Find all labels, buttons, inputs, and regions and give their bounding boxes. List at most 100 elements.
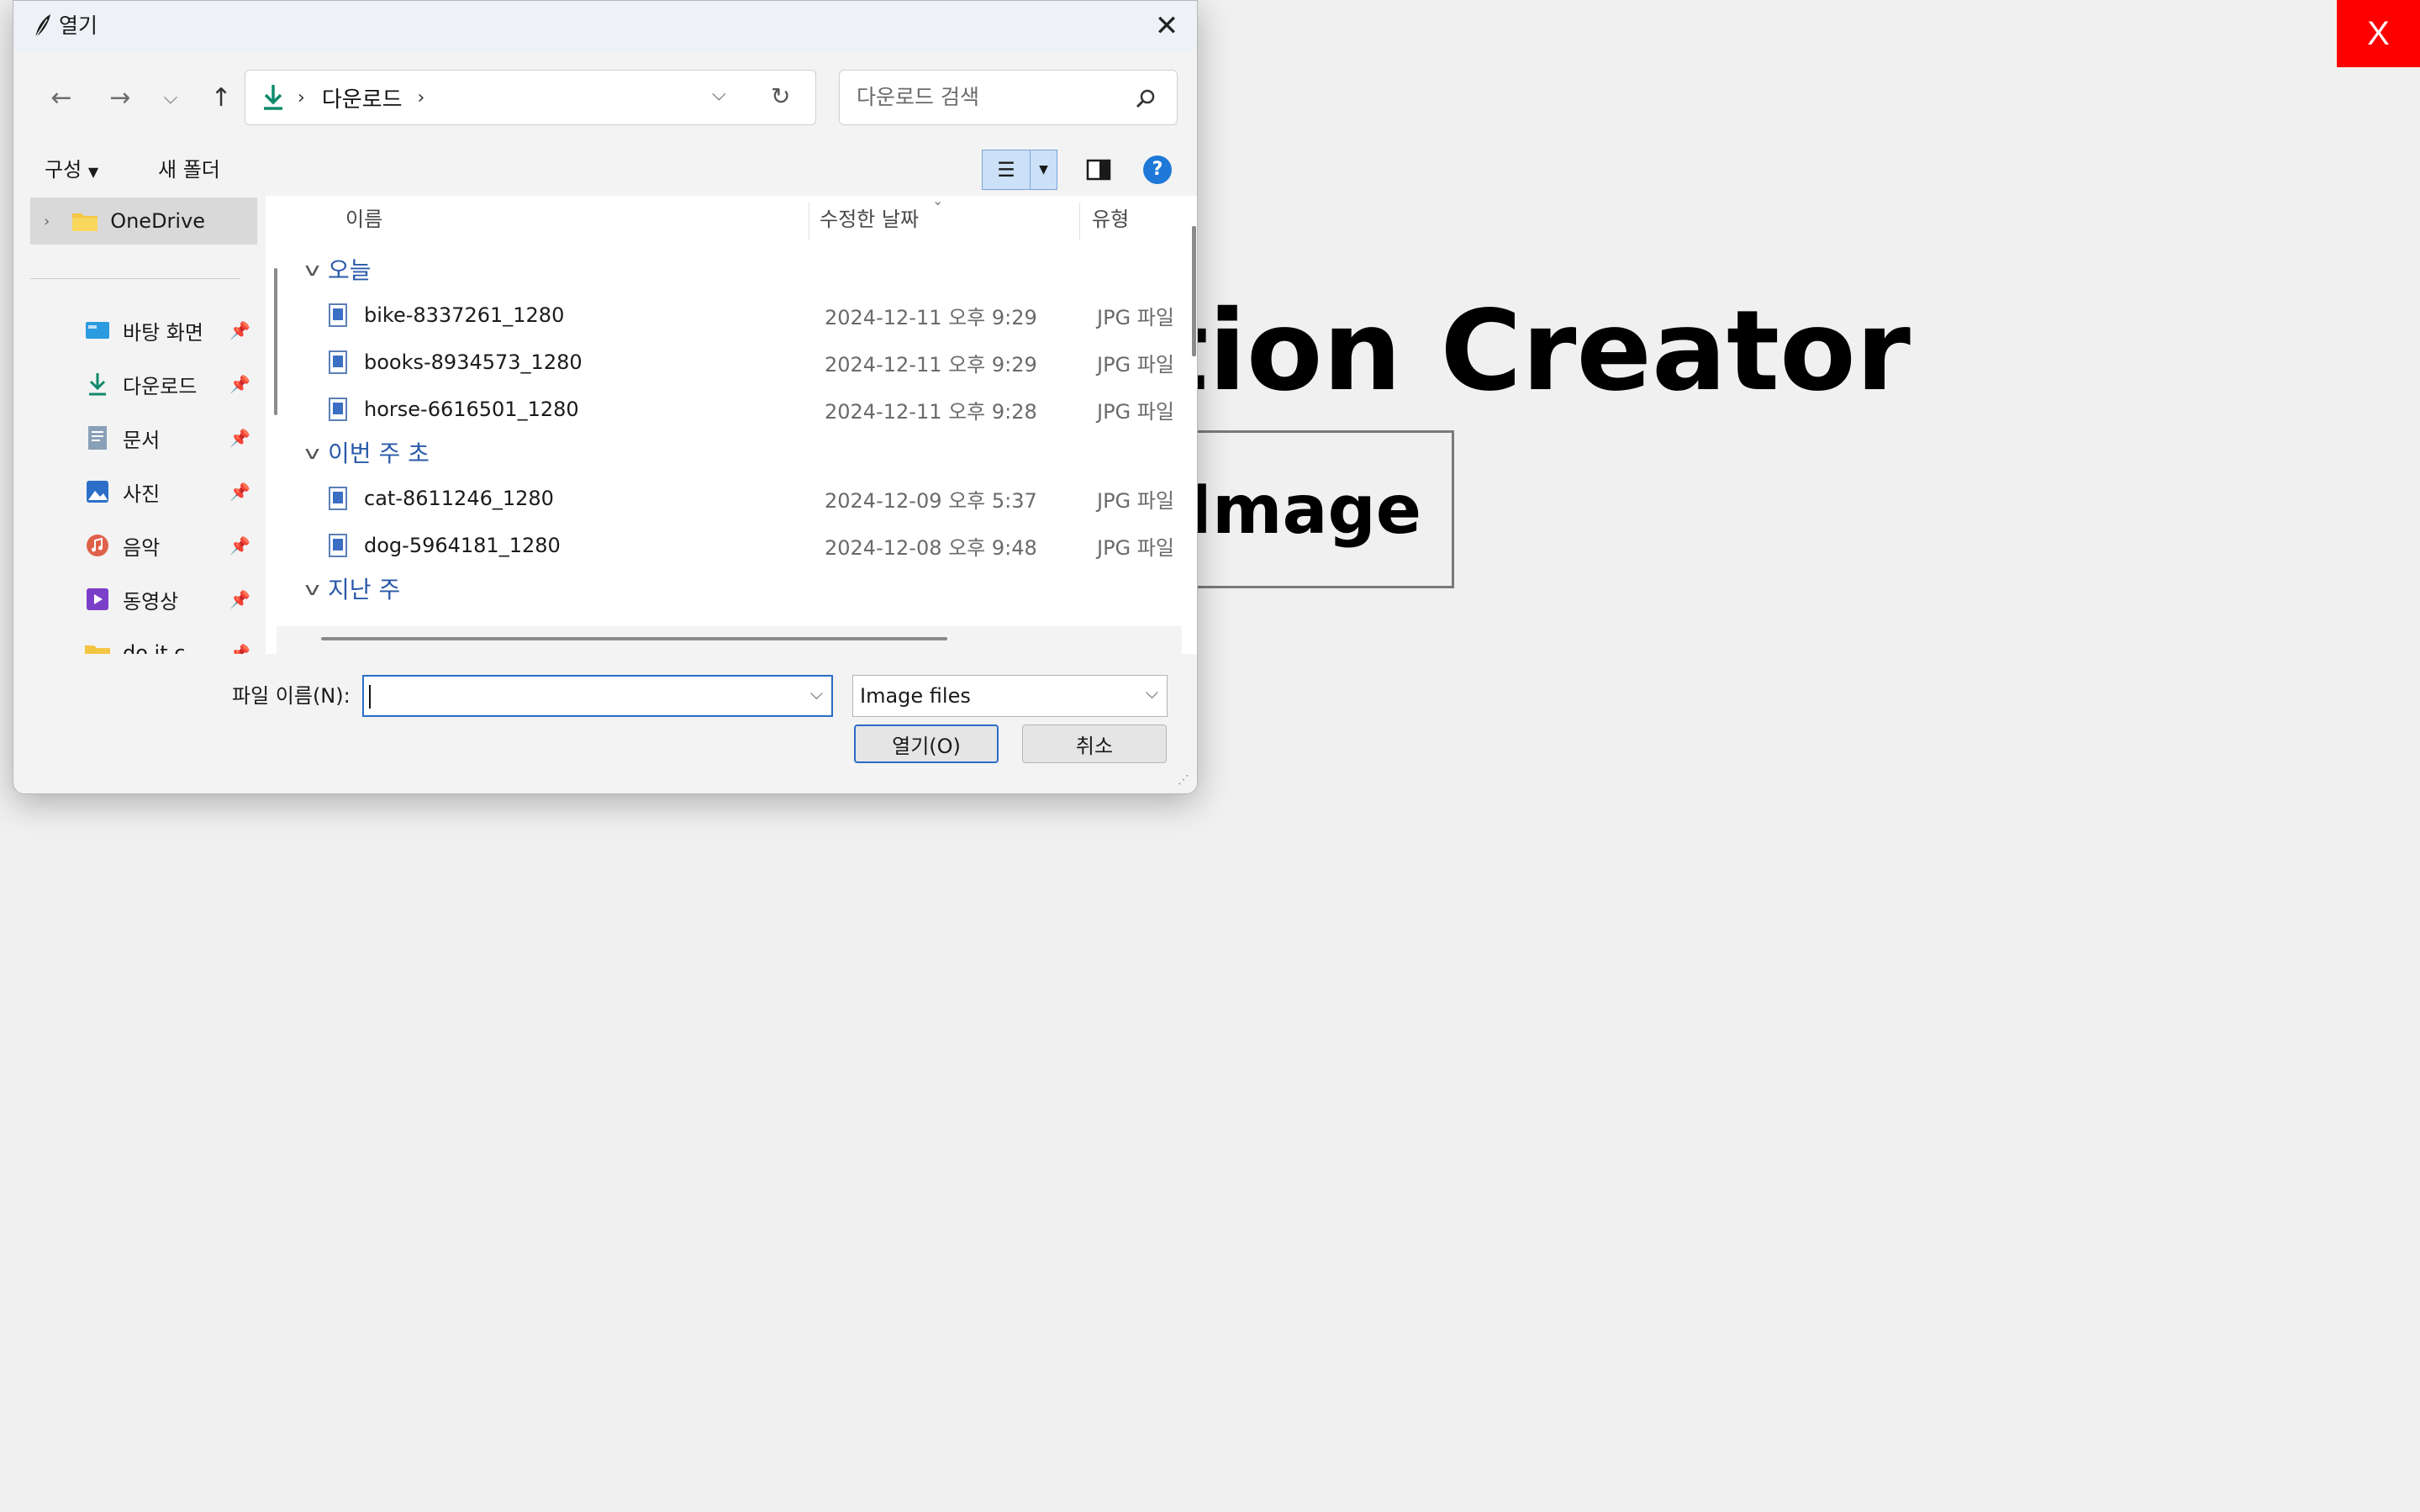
file-modified: 2024-12-11 오후 9:29	[825, 352, 1037, 377]
video-icon	[84, 586, 111, 613]
file-type: JPG 파일	[1097, 305, 1174, 329]
file-type: JPG 파일	[1097, 399, 1174, 424]
refresh-icon[interactable]: ↻	[771, 82, 790, 110]
view-toggle-button[interactable]: ☰ ▼	[982, 150, 1057, 190]
chevron-down-icon: ⌵	[1145, 682, 1158, 703]
file-type: JPG 파일	[1097, 488, 1174, 513]
sidebar-item-desktop[interactable]: 바탕 화면 📌	[30, 307, 257, 354]
file-row[interactable]: dog-5964181_1280 2024-12-08 오후 9:48 JPG 파일	[277, 522, 1182, 569]
chevron-down-icon: v	[304, 260, 320, 281]
horizontal-scrollbar-thumb[interactable]	[321, 637, 947, 640]
file-type: JPG 파일	[1097, 352, 1174, 377]
file-type-select[interactable]: Image files ⌵	[852, 675, 1168, 717]
file-row[interactable]: cat-8611246_1280 2024-12-09 오후 5:37 JPG 파일	[277, 475, 1182, 522]
search-icon[interactable]	[1134, 87, 1157, 111]
forward-arrow-icon[interactable]: →	[98, 75, 143, 120]
group-header-last-week[interactable]: v 지난 주	[277, 569, 1182, 611]
group-header-earlier-this-week[interactable]: v 이번 주 초	[277, 433, 1182, 475]
file-modified: 2024-12-11 오후 9:29	[825, 305, 1037, 329]
sidebar-divider	[30, 278, 240, 279]
column-divider[interactable]	[1079, 203, 1080, 240]
new-folder-button[interactable]: 새 폴더	[158, 144, 220, 196]
file-row[interactable]: horse-6616501_1280 2024-12-11 오후 9:28 JPG …	[277, 386, 1182, 433]
pin-icon: 📌	[229, 482, 250, 502]
document-icon	[84, 424, 111, 451]
group-header-today[interactable]: v 오늘	[277, 250, 1182, 292]
organize-label: 구성	[45, 158, 82, 182]
search-placeholder: 다운로드 검색	[857, 85, 979, 109]
file-name: cat-8611246_1280	[364, 487, 554, 510]
details-view-icon[interactable]: ☰	[983, 150, 1030, 189]
dialog-body: › OneDrive 바탕 화면 📌 다운로드 📌 문서 📌 사진 📌 음악 📌…	[13, 192, 1197, 665]
column-header-type[interactable]: 유형	[1092, 196, 1129, 243]
group-label: 오늘	[328, 256, 372, 284]
sidebar-scrollbar-thumb[interactable]	[274, 268, 277, 415]
chevron-down-icon: v	[304, 579, 320, 600]
file-name: dog-5964181_1280	[364, 534, 561, 557]
breadcrumb-separator[interactable]: ›	[418, 87, 425, 108]
sidebar-item-videos[interactable]: 동영상 📌	[30, 576, 257, 623]
pictures-icon	[84, 478, 111, 505]
file-list-groups: v 오늘 bike-8337261_1280 2024-12-11 오후 9:29 J…	[277, 250, 1182, 611]
sidebar-item-label: OneDrive	[110, 209, 206, 233]
resize-grip-icon[interactable]: ⋰	[1178, 774, 1189, 786]
sidebar-item-music[interactable]: 음악 📌	[30, 522, 257, 569]
group-label: 이번 주 초	[328, 440, 430, 467]
sort-chevron-icon: ⌄	[932, 192, 944, 208]
sidebar-item-downloads[interactable]: 다운로드 📌	[30, 361, 257, 408]
preview-pane-icon[interactable]	[1086, 159, 1111, 181]
app-close-button[interactable]: X	[2337, 0, 2420, 67]
file-modified: 2024-12-11 오후 9:28	[825, 399, 1037, 424]
music-icon	[84, 532, 111, 559]
pin-icon: 📌	[229, 428, 250, 448]
sidebar-item-onedrive[interactable]: › OneDrive	[30, 198, 257, 245]
sidebar-item-pictures[interactable]: 사진 📌	[30, 468, 257, 515]
sidebar-item-label: 다운로드	[123, 374, 198, 398]
file-type-value: Image files	[860, 684, 971, 708]
filename-dropdown-icon[interactable]: ⌵	[810, 683, 823, 703]
folder-icon	[71, 208, 98, 234]
back-arrow-icon[interactable]: ←	[39, 75, 84, 120]
column-header-modified[interactable]: 수정한 날짜	[820, 196, 919, 243]
sidebar-item-documents[interactable]: 문서 📌	[30, 414, 257, 461]
image-file-icon	[329, 534, 347, 557]
chevron-down-icon: v	[304, 443, 320, 464]
sidebar-item-label: 문서	[123, 428, 161, 452]
filename-input[interactable]: ⌵	[362, 675, 833, 717]
desktop-icon	[84, 317, 111, 344]
dialog-close-button[interactable]: ✕	[1148, 8, 1185, 45]
vertical-scrollbar-thumb[interactable]	[1192, 226, 1196, 356]
organize-menu[interactable]: 구성 ▼	[45, 144, 98, 198]
dialog-footer: 파일 이름(N): ⌵ Image files ⌵ 열기(O) 취소 ⋰	[13, 654, 1197, 793]
search-box[interactable]: 다운로드 검색	[839, 70, 1178, 125]
file-row[interactable]: bike-8337261_1280 2024-12-11 오후 9:29 JPG 파…	[277, 292, 1182, 339]
file-modified: 2024-12-09 오후 5:37	[825, 488, 1037, 513]
file-modified: 2024-12-08 오후 9:48	[825, 535, 1037, 560]
address-dropdown-icon[interactable]: ⌵	[712, 84, 726, 105]
sidebar-item-label: 동영상	[123, 589, 179, 614]
sidebar-item-label: 음악	[123, 535, 161, 560]
column-header-name[interactable]: 이름	[345, 196, 382, 243]
group-label: 지난 주	[328, 576, 401, 603]
file-row[interactable]: books-8934573_1280 2024-12-11 오후 9:29 JPG …	[277, 339, 1182, 386]
address-bar[interactable]: › 다운로드 › ⌵ ↻	[245, 70, 816, 125]
pin-icon: 📌	[229, 589, 250, 609]
dropdown-arrow-icon: ▼	[87, 164, 99, 180]
expand-chevron-icon[interactable]: ›	[44, 213, 50, 230]
recent-locations-chevron-icon[interactable]: ⌵	[148, 75, 193, 120]
up-arrow-icon[interactable]: ↑	[198, 75, 244, 120]
command-toolbar: 구성 ▼ 새 폴더 ☰ ▼ ?	[13, 144, 1197, 196]
image-file-icon	[329, 398, 347, 421]
file-list: 이름 수정한 날짜 ⌄ 유형 v 오늘 bike-8337261_1280 2024…	[277, 192, 1182, 633]
sidebar-item-label: 사진	[123, 482, 161, 506]
pin-icon: 📌	[229, 320, 250, 340]
dialog-titlebar: 열기 ✕	[13, 1, 1197, 51]
text-cursor	[369, 685, 371, 709]
pin-icon: 📌	[229, 535, 250, 556]
cancel-button[interactable]: 취소	[1022, 724, 1167, 763]
open-button[interactable]: 열기(O)	[854, 724, 999, 763]
help-icon[interactable]: ?	[1143, 155, 1172, 184]
navigation-bar: ← → ⌵ ↑ › 다운로드 › ⌵ ↻ 다운로드 검색	[13, 51, 1197, 144]
breadcrumb-folder[interactable]: 다운로드	[322, 82, 403, 113]
view-dropdown-icon[interactable]: ▼	[1030, 150, 1057, 189]
